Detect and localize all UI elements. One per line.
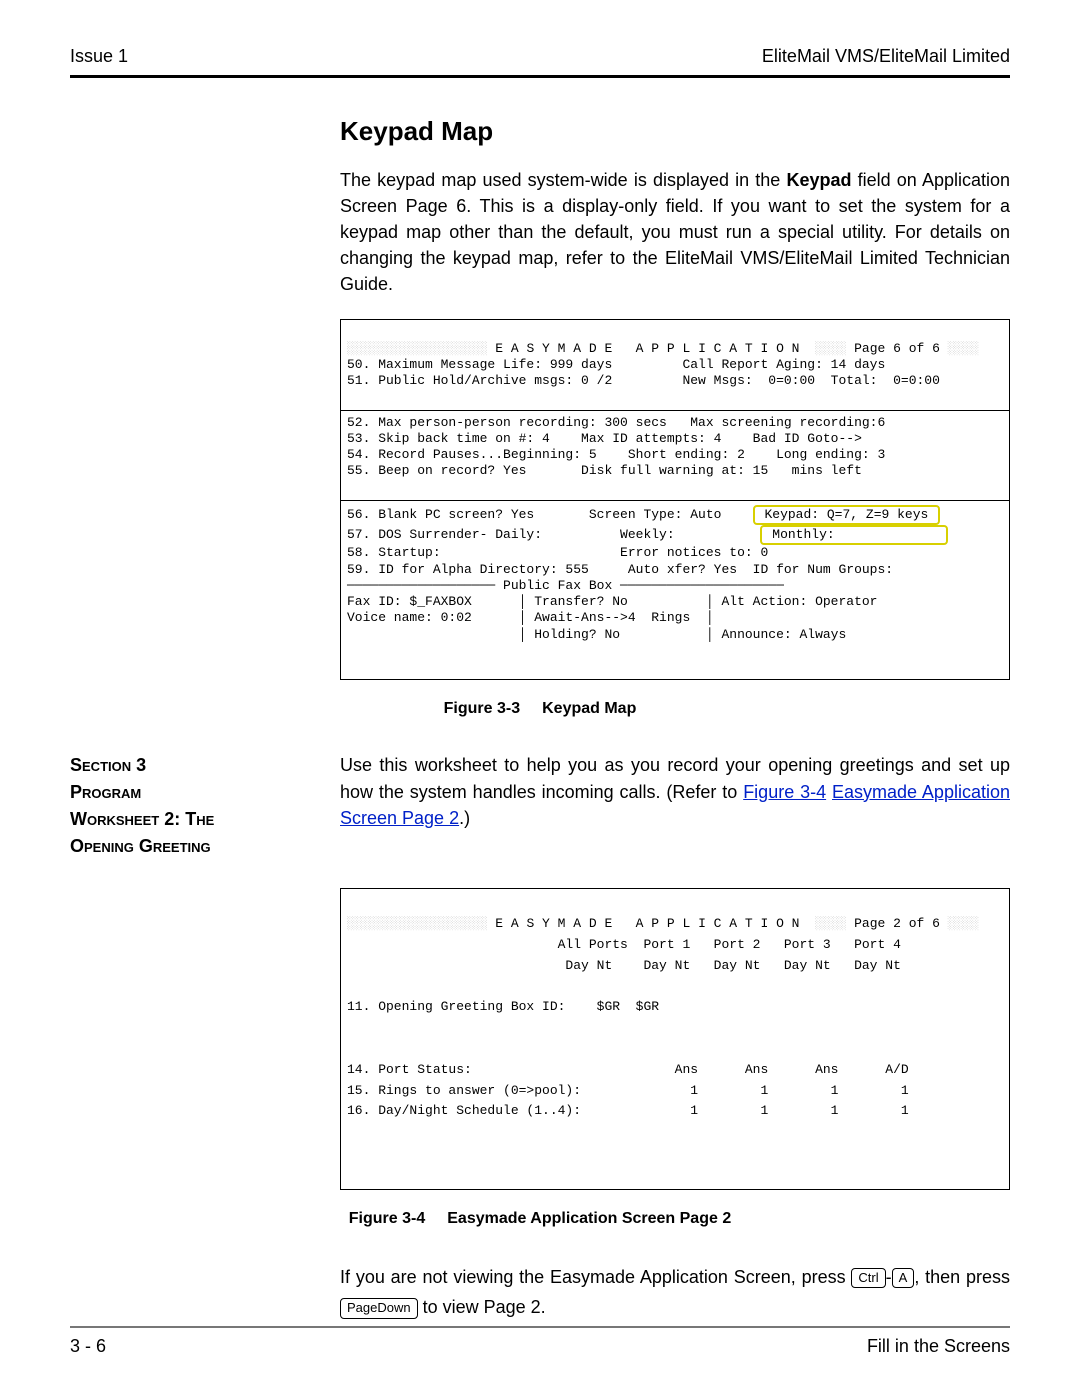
a-key-icon: A	[892, 1268, 915, 1288]
figure-title: Easymade Application Screen Page 2	[447, 1210, 731, 1227]
screen-line: 57. DOS Surrender- Daily: Weekly:	[347, 527, 760, 542]
screen-line: 50. Maximum Message Life: 999 days Call …	[347, 357, 885, 372]
page-number: 3 - 6	[70, 1336, 106, 1357]
page-indicator: Page 6 of 6	[846, 341, 947, 356]
ctrl-key-icon: Ctrl	[851, 1268, 885, 1288]
app-title: E A S Y M A D E A P P L I C A T I O N	[487, 916, 815, 931]
figure-number: Figure 3-4	[349, 1210, 425, 1227]
figure-number: Figure 3-3	[444, 700, 520, 717]
screen-line: 16. Day/Night Schedule (1..4): 1 1 1 1	[347, 1103, 909, 1118]
keypad-highlight: Monthly:	[760, 525, 947, 545]
screen-header-row: Day Nt Day Nt Day Nt Day Nt Day Nt	[347, 958, 901, 973]
section-label-line: Worksheet 2: The	[70, 806, 340, 833]
figure-3-3-caption: Figure 3-3 Keypad Map	[70, 700, 1010, 718]
screen-line: 11. Opening Greeting Box ID: $GR $GR	[347, 999, 659, 1014]
product-label: EliteMail VMS/EliteMail Limited	[762, 46, 1010, 67]
screen-line: 15. Rings to answer (0=>pool): 1 1 1 1	[347, 1083, 909, 1098]
keypad-highlight: Keypad: Q=7, Z=9 keys	[753, 505, 940, 525]
figure-3-4-caption: Figure 3-4 Easymade Application Screen Pa…	[70, 1210, 1010, 1228]
header-rule	[70, 75, 1010, 78]
page-indicator: Page 2 of 6	[846, 916, 947, 931]
paragraph-text: The keypad map used system-wide is displ…	[340, 170, 786, 190]
figure-title: Keypad Map	[542, 700, 636, 717]
title-shade: ░░░░░░░░░░░░░░░░░░	[347, 341, 487, 357]
screen-header-row: All Ports Port 1 Port 2 Port 3 Port 4	[347, 937, 901, 952]
section-label-line: Program	[70, 779, 340, 806]
screen-line: 58. Startup: Error notices to: 0	[347, 545, 768, 560]
paragraph-text: If you are not viewing the Easymade Appl…	[340, 1267, 851, 1287]
screen-line: 56. Blank PC screen? Yes Screen Type: Au…	[347, 507, 753, 522]
footer-rule	[70, 1326, 1010, 1328]
screen-line: 59. ID for Alpha Directory: 555 Auto xfe…	[347, 562, 893, 577]
keypad-map-paragraph: The keypad map used system-wide is displ…	[340, 167, 1010, 297]
screen-line: 54. Record Pauses...Beginning: 5 Short e…	[347, 447, 885, 462]
title-shade: ░░░░░░░░░░░░░░░░░░	[347, 914, 487, 935]
screen-line: 55. Beep on record? Yes Disk full warnin…	[347, 463, 862, 478]
section-label-line: Section 3	[70, 752, 340, 779]
section-body: Use this worksheet to help you as you re…	[340, 752, 1010, 830]
screen-line: 53. Skip back time on #: 4 Max ID attemp…	[347, 431, 862, 446]
screen-line: 51. Public Hold/Archive msgs: 0 /2 New M…	[347, 373, 940, 388]
chapter-title: Fill in the Screens	[867, 1336, 1010, 1357]
public-fax-box-divider: ─────────────────── Public Fax Box ─────…	[347, 578, 784, 593]
screen-line: Fax ID: $_FAXBOX │ Transfer? No │ Alt Ac…	[347, 594, 878, 609]
screen-line: 52. Max person-person recording: 300 sec…	[347, 415, 885, 430]
section-heading-keypad-map: Keypad Map	[340, 116, 1010, 147]
figure-3-4-link[interactable]: Figure 3-4	[743, 782, 826, 802]
screen-line: │ Holding? No │ Announce: Always	[347, 627, 846, 642]
application-screen-page-6: ░░░░░░░░░░░░░░░░░░ E A S Y M A D E A P P…	[340, 319, 1010, 680]
instruction-paragraph: If you are not viewing the Easymade Appl…	[340, 1262, 1010, 1323]
paragraph-text: , then press	[914, 1267, 1010, 1287]
screen-line: Voice name: 0:02 │ Await-Ans-->4 Rings │	[347, 610, 714, 625]
screen-line: 14. Port Status: Ans Ans Ans A/D	[347, 1062, 909, 1077]
application-screen-page-2: ░░░░░░░░░░░░░░░░░░ E A S Y M A D E A P P…	[340, 888, 1010, 1189]
issue-label: Issue 1	[70, 46, 128, 67]
keypad-field-name: Keypad	[786, 170, 851, 190]
key-separator: -	[886, 1267, 892, 1287]
title-shade: ░░░░	[815, 914, 846, 935]
paragraph-text: .)	[459, 808, 470, 828]
title-shade: ░░░░	[948, 914, 979, 935]
section-label-line: Opening Greeting	[70, 833, 340, 860]
paragraph-text: to view Page 2.	[418, 1297, 546, 1317]
pagedown-key-icon: PageDown	[340, 1298, 418, 1318]
title-shade: ░░░░	[948, 341, 979, 357]
app-title: E A S Y M A D E A P P L I C A T I O N	[487, 341, 815, 356]
section-label: Section 3 Program Worksheet 2: The Openi…	[70, 752, 340, 860]
title-shade: ░░░░	[815, 341, 846, 357]
